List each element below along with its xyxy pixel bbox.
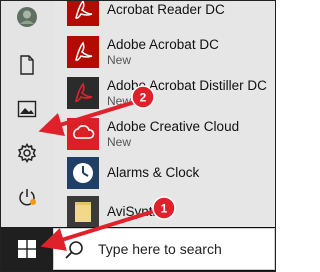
alarms-clock-icon — [67, 157, 99, 189]
search-placeholder: Type here to search — [98, 241, 222, 257]
app-new-label: New — [107, 135, 132, 149]
pictures-icon — [17, 100, 37, 118]
start-menu-rail — [1, 1, 53, 227]
creative-cloud-icon — [67, 118, 99, 150]
app-name: Adobe Creative Cloud — [107, 119, 240, 134]
acrobat-distiller-icon — [67, 77, 99, 109]
app-item-acrobat-reader[interactable]: Acrobat Reader DC — [53, 1, 275, 31]
acrobat-icon — [67, 36, 99, 68]
app-name: AviSynth — [107, 204, 161, 219]
documents-button[interactable] — [1, 43, 53, 87]
app-item-creative-cloud[interactable]: Adobe Creative Cloud New — [53, 113, 275, 155]
start-menu: Acrobat Reader DC Adobe Acrobat DC New A… — [0, 0, 276, 272]
app-new-label: New — [107, 53, 132, 67]
acrobat-reader-icon — [67, 1, 99, 26]
app-item-adobe-acrobat[interactable]: Adobe Acrobat DC New — [53, 31, 275, 73]
avatar — [17, 7, 37, 27]
power-icon — [19, 189, 36, 206]
app-list: Acrobat Reader DC Adobe Acrobat DC New A… — [53, 1, 275, 228]
settings-icon — [17, 143, 37, 163]
search-input[interactable]: Type here to search — [53, 228, 275, 270]
start-button[interactable] — [1, 227, 53, 271]
search-icon — [65, 241, 83, 259]
documents-icon — [20, 55, 34, 75]
app-name: Alarms & Clock — [107, 165, 200, 180]
windows-logo-icon — [18, 240, 36, 258]
power-button[interactable] — [1, 175, 53, 219]
taskbar: Type here to search — [1, 227, 275, 271]
settings-button[interactable] — [1, 131, 53, 175]
app-name: Adobe Acrobat DC — [107, 37, 219, 52]
app-name: Acrobat Reader DC — [107, 2, 225, 17]
app-new-label: New — [107, 94, 132, 108]
pictures-button[interactable] — [1, 87, 53, 131]
folder-icon — [67, 196, 99, 228]
app-item-alarms-clock[interactable]: Alarms & Clock — [53, 152, 275, 194]
app-name: Adobe Acrobat Distiller DC — [107, 78, 267, 93]
user-account-button[interactable] — [1, 1, 53, 39]
app-item-acrobat-distiller[interactable]: Adobe Acrobat Distiller DC New — [53, 72, 275, 114]
